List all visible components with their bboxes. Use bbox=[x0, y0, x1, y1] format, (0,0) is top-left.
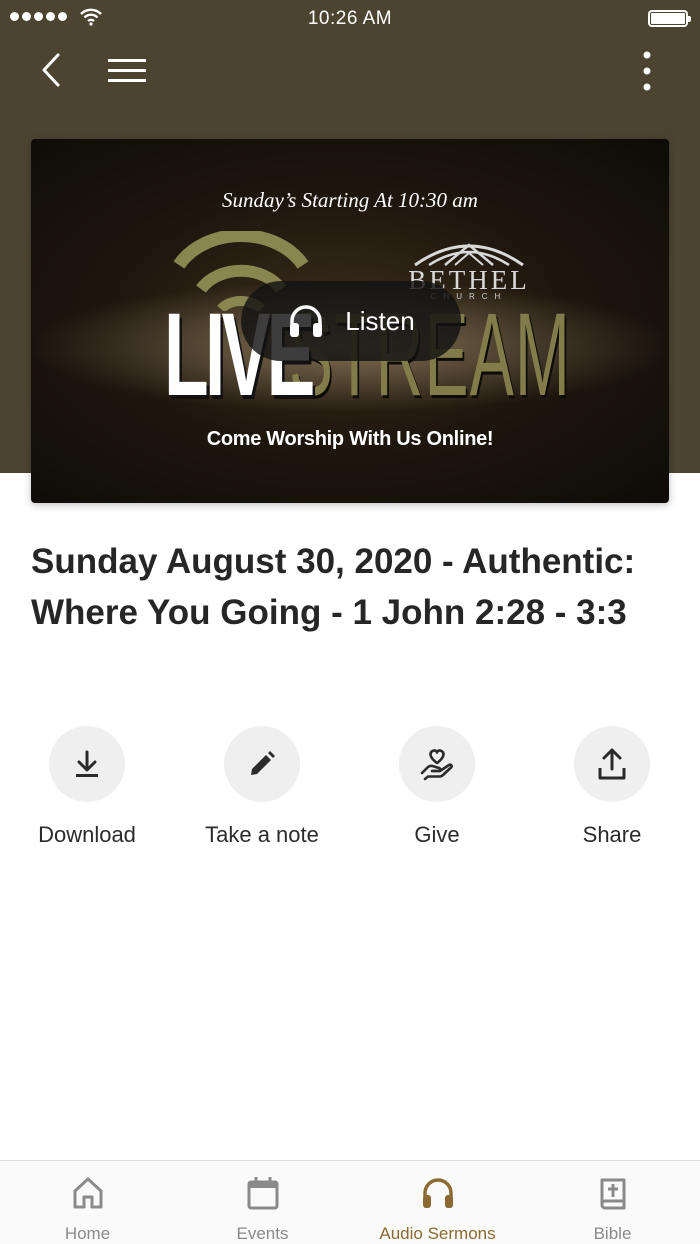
share-circle bbox=[574, 726, 650, 802]
download-icon bbox=[76, 750, 98, 777]
chevron-left-icon bbox=[42, 53, 60, 87]
tab-bar: Home Events Audio Sermons Bible bbox=[0, 1160, 700, 1244]
tab-home-label: Home bbox=[64, 1224, 111, 1243]
status-bar: 10:26 AM bbox=[0, 0, 700, 36]
give-heart-hand-icon bbox=[420, 749, 453, 781]
bethel-logo-graphic bbox=[414, 243, 524, 267]
status-time: 10:26 AM bbox=[307, 8, 393, 29]
artwork-bottom-text: Come Worship With Us Online! bbox=[206, 428, 494, 450]
take-note-button[interactable]: Take a note bbox=[175, 726, 349, 848]
share-upload-icon bbox=[598, 748, 626, 780]
tab-audio-sermons[interactable]: Audio Sermons bbox=[350, 1175, 525, 1244]
home-icon bbox=[73, 1177, 102, 1209]
download-button[interactable]: Download bbox=[0, 726, 174, 848]
give-button[interactable]: Give bbox=[350, 726, 524, 848]
headphones-icon bbox=[290, 305, 323, 337]
headphones-icon bbox=[422, 1178, 453, 1208]
listen-label: Listen bbox=[345, 305, 415, 336]
back-button[interactable] bbox=[34, 50, 70, 90]
pencil-icon bbox=[251, 751, 275, 775]
sermon-title: Sunday August 30, 2020 - Authentic: Wher… bbox=[31, 542, 636, 632]
bible-icon bbox=[600, 1178, 625, 1210]
share-button[interactable]: Share bbox=[525, 726, 699, 848]
listen-button[interactable]: Listen bbox=[241, 281, 461, 361]
artwork-top-text: Sunday’s Starting At 10:30 am bbox=[222, 188, 478, 212]
download-circle bbox=[49, 726, 125, 802]
more-vertical-icon bbox=[643, 51, 651, 91]
take-note-label: Take a note bbox=[205, 822, 319, 847]
tab-home[interactable]: Home bbox=[0, 1175, 175, 1244]
action-row: Download Take a note Give Share bbox=[0, 726, 700, 856]
give-circle bbox=[399, 726, 475, 802]
calendar-icon bbox=[247, 1177, 278, 1210]
battery-full-icon bbox=[648, 10, 691, 27]
take-note-circle bbox=[224, 726, 300, 802]
give-label: Give bbox=[414, 822, 460, 847]
tab-bible[interactable]: Bible bbox=[525, 1175, 700, 1244]
tab-events[interactable]: Events bbox=[175, 1175, 350, 1244]
share-label: Share bbox=[582, 822, 642, 847]
tab-events-label: Events bbox=[236, 1224, 289, 1243]
menu-button[interactable] bbox=[106, 54, 150, 88]
tab-audio-sermons-label: Audio Sermons bbox=[379, 1224, 496, 1243]
hamburger-menu-icon bbox=[108, 59, 146, 82]
more-options-button[interactable] bbox=[630, 50, 664, 92]
tab-bible-label: Bible bbox=[593, 1224, 632, 1243]
download-label: Download bbox=[38, 822, 136, 847]
